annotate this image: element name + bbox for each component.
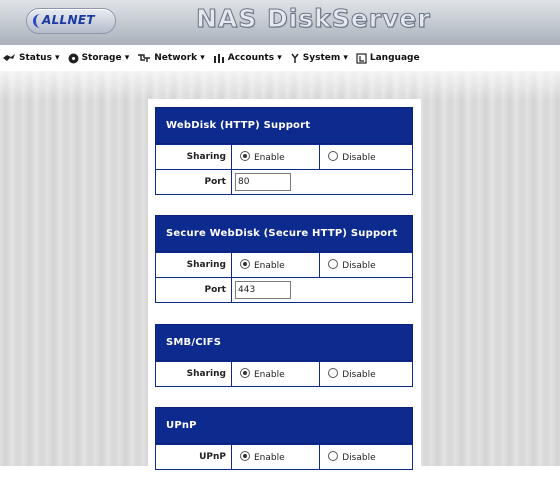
radio-unselected-icon[interactable]	[328, 451, 339, 461]
disable-option[interactable]: Disable	[319, 361, 413, 387]
language-icon	[356, 52, 367, 64]
smb-cifs-section: SMB/CIFS Sharing Enable Disable	[155, 324, 413, 387]
radio-unselected-icon[interactable]	[328, 151, 339, 161]
secure-webdisk-section: Secure WebDisk (Secure HTTP) Support Sha…	[155, 215, 413, 303]
accounts-icon	[213, 54, 224, 63]
upnp-section: UPnP UPnP Enable Disable	[155, 407, 413, 470]
enable-option[interactable]: Enable	[230, 361, 321, 387]
disable-label: Disable	[342, 261, 376, 271]
port-input[interactable]	[235, 173, 291, 191]
smb-cifs-form: Sharing Enable Disable	[155, 361, 413, 387]
nav-language-label: Language	[369, 53, 420, 63]
radio-selected-icon[interactable]	[240, 451, 250, 461]
product-title: NAS DiskServer	[196, 4, 431, 34]
nav-accounts-label: Accounts ▾	[227, 53, 282, 63]
disable-label: Disable	[342, 153, 376, 163]
enable-label: Enable	[254, 370, 285, 380]
sharing-label: Sharing	[155, 252, 232, 278]
app-header: ALLNET NAS DiskServer	[0, 0, 560, 45]
nav-system-label: System ▾	[302, 53, 348, 63]
disable-label: Disable	[342, 370, 376, 380]
sharing-label: Sharing	[155, 361, 232, 387]
upnp-form: UPnP Enable Disable	[155, 444, 413, 470]
disable-option[interactable]: Disable	[319, 252, 413, 278]
port-input[interactable]	[235, 281, 291, 299]
nav-network[interactable]: Network ▾	[137, 53, 213, 63]
content-area: WebDisk (HTTP) Support Sharing Enable Di…	[0, 71, 560, 479]
radio-unselected-icon[interactable]	[328, 368, 339, 378]
settings-panel: WebDisk (HTTP) Support Sharing Enable Di…	[148, 99, 421, 479]
enable-option[interactable]: Enable	[230, 252, 321, 278]
status-icon	[3, 54, 15, 61]
section-title: SMB/CIFS	[155, 324, 413, 361]
system-icon	[291, 53, 299, 63]
radio-selected-icon[interactable]	[240, 151, 250, 161]
webdisk-http-form: Sharing Enable Disable Port	[155, 144, 413, 195]
nav-status-label: Status ▾	[19, 53, 60, 63]
radio-selected-icon[interactable]	[240, 368, 250, 378]
enable-option[interactable]: Enable	[230, 144, 321, 170]
webdisk-http-section: WebDisk (HTTP) Support Sharing Enable Di…	[155, 107, 413, 195]
allnet-logo: ALLNET	[26, 8, 116, 34]
nav-system[interactable]: System ▾	[290, 53, 356, 64]
enable-label: Enable	[254, 261, 285, 271]
enable-label: Enable	[254, 153, 285, 163]
nav-storage[interactable]: Storage ▾	[68, 53, 138, 64]
nav-storage-label: Storage ▾	[81, 53, 130, 63]
main-nav: Status ▾ Storage ▾ Network ▾ Accounts ▾ …	[0, 45, 560, 71]
logo-text: ALLNET	[42, 13, 95, 27]
disable-label: Disable	[342, 453, 376, 463]
nav-status[interactable]: Status ▾	[0, 53, 68, 63]
network-icon	[138, 54, 151, 62]
port-label: Port	[155, 169, 232, 195]
storage-icon	[68, 53, 79, 63]
radio-unselected-icon[interactable]	[328, 259, 339, 269]
section-title: WebDisk (HTTP) Support	[155, 107, 413, 144]
port-label: Port	[155, 277, 232, 303]
sharing-label: Sharing	[155, 144, 232, 170]
radio-selected-icon[interactable]	[240, 259, 250, 269]
enable-label: Enable	[254, 453, 285, 463]
disable-option[interactable]: Disable	[319, 144, 413, 170]
section-title: Secure WebDisk (Secure HTTP) Support	[155, 215, 413, 252]
secure-webdisk-form: Sharing Enable Disable Port	[155, 252, 413, 303]
section-title: UPnP	[155, 407, 413, 444]
nav-language[interactable]: Language	[356, 52, 428, 64]
nav-network-label: Network ▾	[154, 53, 205, 63]
nav-accounts[interactable]: Accounts ▾	[213, 53, 290, 63]
